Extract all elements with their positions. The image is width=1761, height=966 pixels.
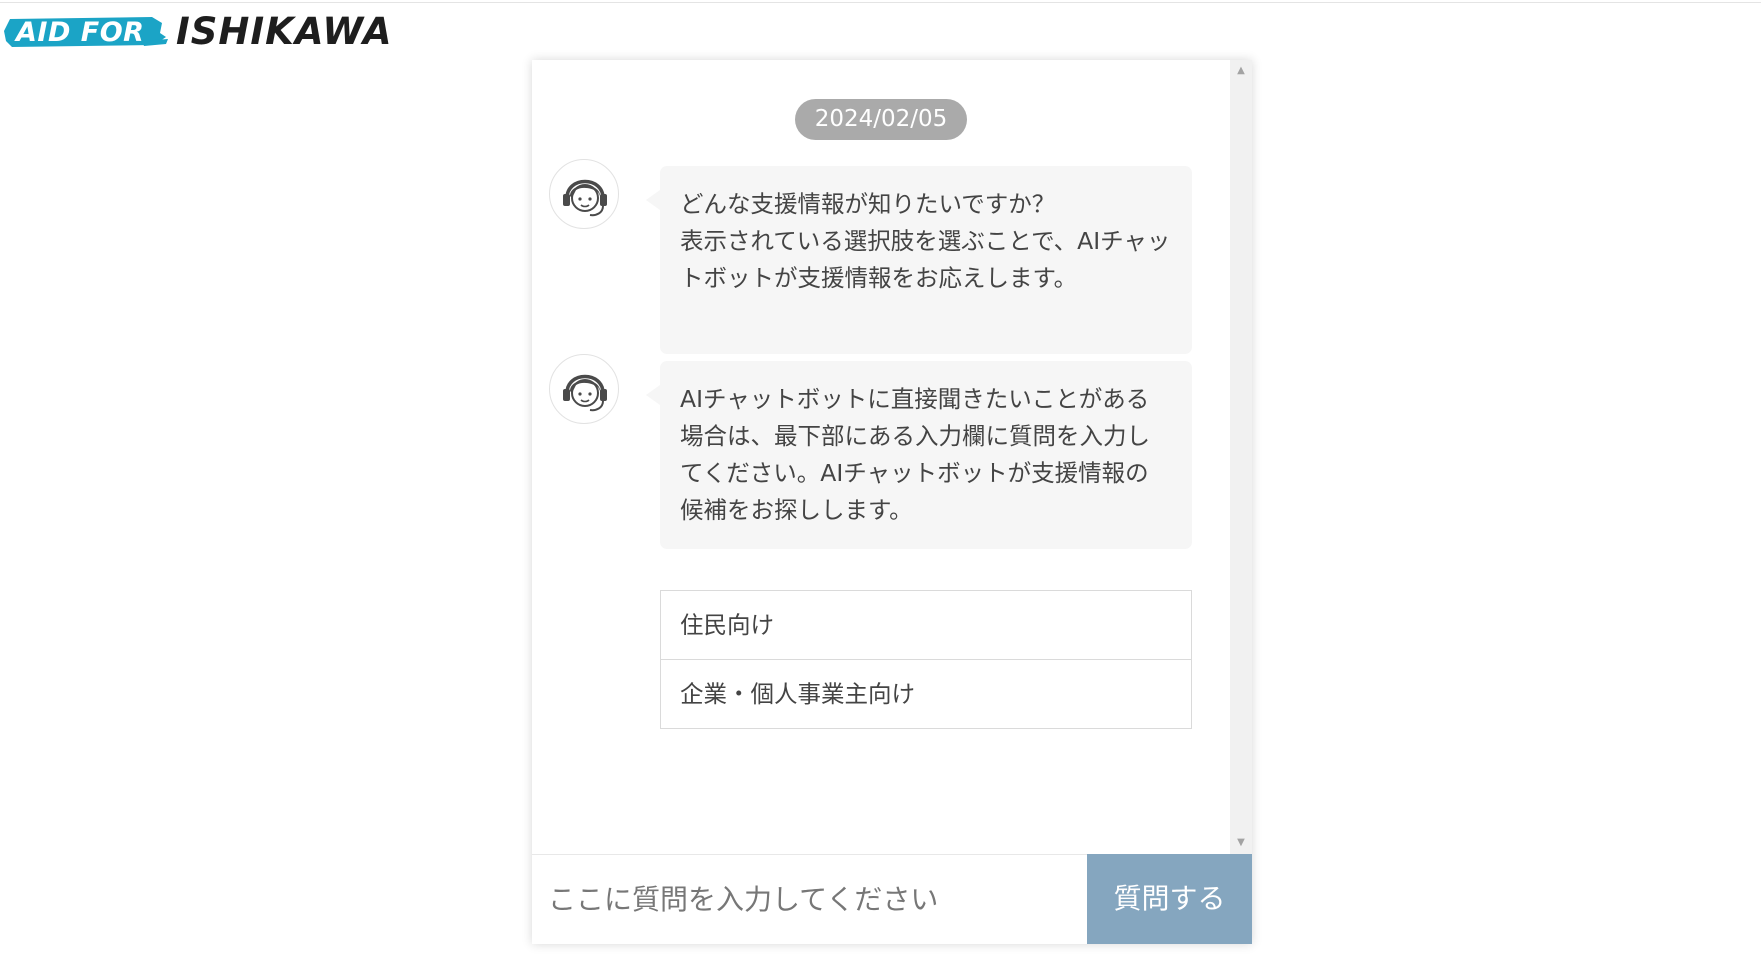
top-divider — [0, 2, 1761, 3]
bot-message: AIチャットボットに直接聞きたいことがある場合は、最下部にある入力欄に質問を入力… — [646, 361, 1192, 549]
choice-businesses[interactable]: 企業・個人事業主向け — [661, 659, 1191, 728]
chat-message-area[interactable]: 2024/02/05 どんな支援情報が知りたいですか？ 表示されている選択肢を選… — [532, 60, 1230, 854]
operator-headset-icon — [563, 179, 607, 217]
site-logo[interactable]: AID FOR ISHIKAWA — [2, 7, 392, 53]
logo-text-ishikawa: ISHIKAWA — [176, 10, 393, 53]
operator-avatar — [549, 354, 619, 424]
scroll-up-arrow-icon[interactable]: ▲ — [1230, 62, 1252, 80]
operator-avatar — [549, 159, 619, 229]
scroll-down-arrow-icon[interactable]: ▼ — [1230, 834, 1252, 852]
choice-list: 住民向け 企業・個人事業主向け — [660, 590, 1192, 729]
logo-text-aid-for: AID FOR — [16, 17, 145, 48]
date-badge: 2024/02/05 — [795, 99, 967, 140]
choice-residents[interactable]: 住民向け — [661, 591, 1191, 659]
chat-window: 2024/02/05 どんな支援情報が知りたいですか？ 表示されている選択肢を選… — [532, 60, 1252, 944]
question-input[interactable] — [532, 855, 1087, 944]
operator-headset-icon — [563, 374, 607, 412]
question-input-row: 質問する — [532, 854, 1252, 944]
chat-scrollbar[interactable]: ▲ ▼ — [1230, 60, 1252, 854]
bot-message: どんな支援情報が知りたいですか？ 表示されている選択肢を選ぶことで、AIチャット… — [646, 166, 1192, 354]
submit-question-button[interactable]: 質問する — [1087, 854, 1252, 944]
